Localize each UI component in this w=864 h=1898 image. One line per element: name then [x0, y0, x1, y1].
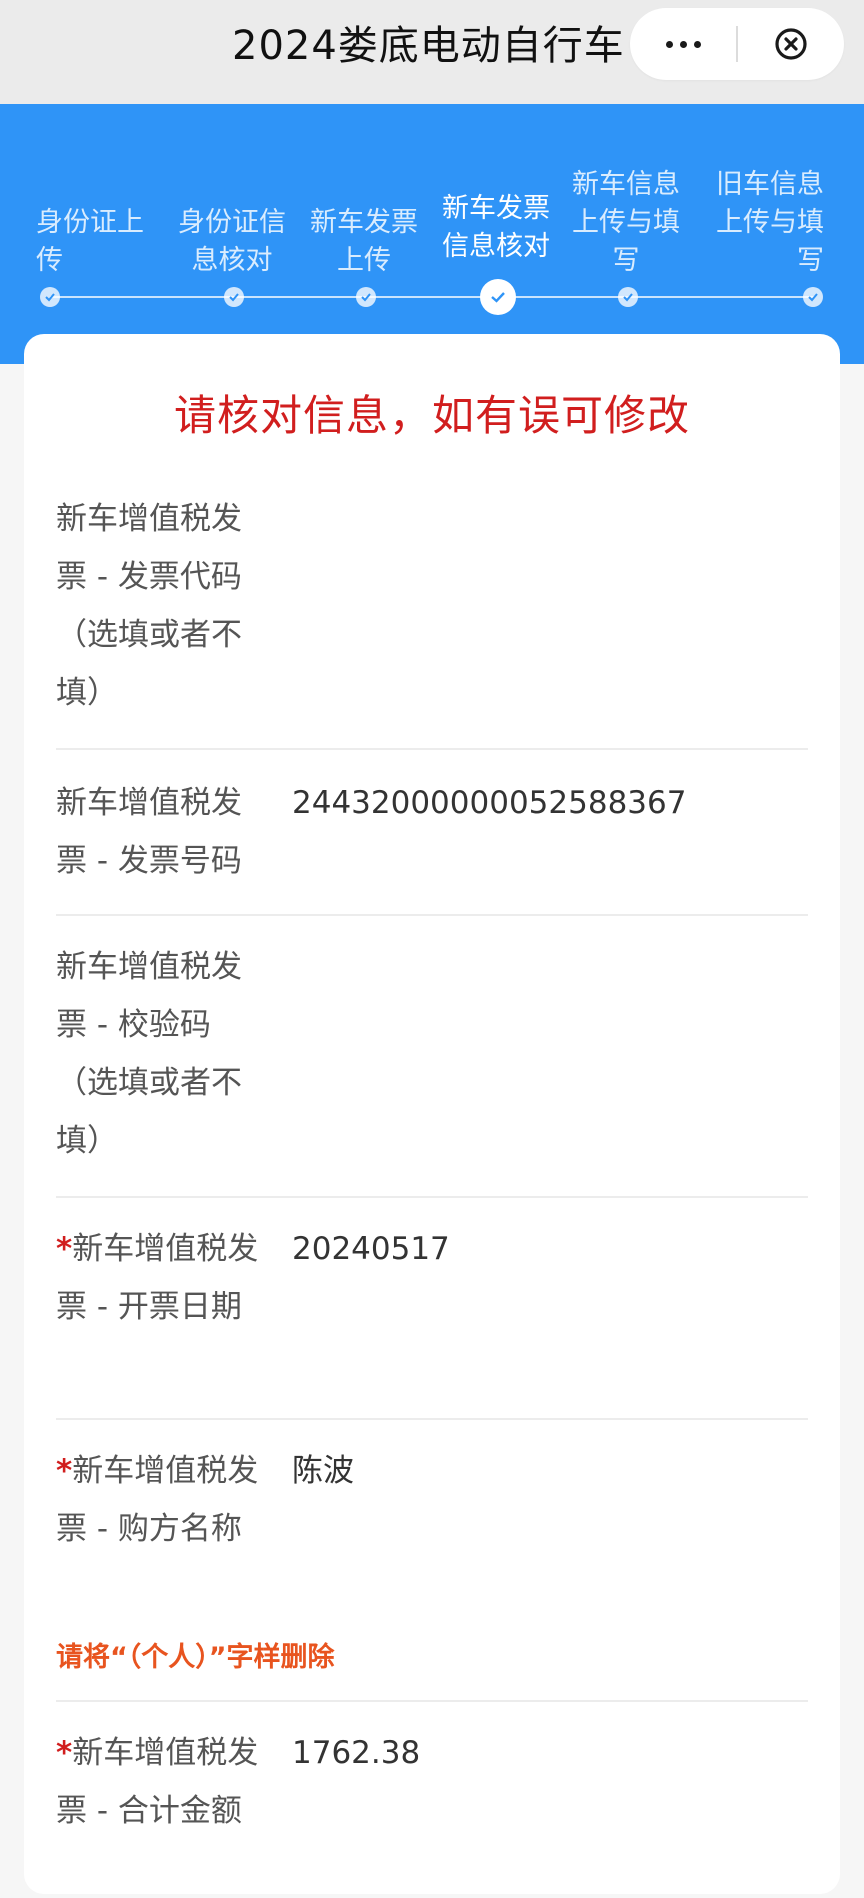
check-icon: [808, 293, 818, 302]
close-circle-icon: [775, 28, 807, 60]
divider: [56, 1700, 808, 1702]
field-buyer-name: *新车增值税发票 - 购方名称 陈波 请将“（个人）”字样删除: [56, 1442, 808, 1682]
step-label-invoice-upload: 新车发票上传: [310, 207, 418, 276]
buyer-name-input[interactable]: 陈波: [292, 1442, 808, 1500]
field-label: 新车增值税发票 - 校验码（选填或者不填）: [56, 949, 242, 1159]
mini-program-capsule: [630, 8, 844, 80]
field-label: *新车增值税发票 - 合计金额: [56, 1735, 259, 1829]
check-icon: [361, 293, 371, 302]
field-label: 新车增值税发票 - 发票号码: [56, 785, 242, 879]
field-check-code: 新车增值税发票 - 校验码（选填或者不填）: [56, 938, 808, 1170]
divider: [56, 1196, 808, 1198]
required-asterisk: *: [56, 1453, 73, 1489]
step-dot-2: [224, 287, 244, 307]
invoice-number-input[interactable]: 24432000000052588367: [292, 774, 808, 832]
step-label-invoice-verify: 新车发票信息核对: [442, 193, 550, 262]
more-dots-icon: [665, 40, 701, 48]
field-label: *新车增值税发票 - 开票日期: [56, 1231, 259, 1325]
required-asterisk: *: [56, 1735, 73, 1771]
verify-notice: 请核对信息，如有误可修改: [173, 391, 690, 440]
title-bar: 2024娄底电动自行车: [0, 0, 864, 104]
invoice-date-input[interactable]: 20240517: [292, 1220, 808, 1278]
step-dot-1: [40, 287, 60, 307]
field-invoice-number: 新车增值税发票 - 发票号码 24432000000052588367: [56, 774, 808, 890]
field-label: 新车增值税发票 - 发票代码（选填或者不填）: [56, 501, 242, 711]
check-icon: [491, 292, 505, 303]
form-card: 请核对信息，如有误可修改 新车增值税发票 - 发票代码（选填或者不填） 新车增值…: [24, 334, 840, 1894]
field-invoice-date: *新车增值税发票 - 开票日期 20240517: [56, 1220, 808, 1394]
field-label: *新车增值税发票 - 购方名称: [56, 1453, 259, 1547]
progress-track: [50, 296, 814, 298]
divider: [56, 748, 808, 750]
field-invoice-code: 新车增值税发票 - 发票代码（选填或者不填）: [56, 490, 808, 722]
field-total-amount: *新车增值税发票 - 合计金额 1762.38: [56, 1724, 808, 1898]
step-label-old-vehicle: 旧车信息上传与填写: [716, 169, 824, 276]
step-label-id-verify: 身份证信息核对: [178, 207, 286, 276]
check-icon: [623, 293, 633, 302]
divider: [56, 914, 808, 916]
check-icon: [45, 293, 55, 302]
invoice-code-input[interactable]: [292, 490, 808, 548]
required-asterisk: *: [56, 1231, 73, 1267]
step-dot-6: [803, 287, 823, 307]
page-title: 2024娄底电动自行车: [232, 23, 625, 69]
close-button[interactable]: [738, 8, 844, 80]
step-dot-4-current: [480, 279, 516, 315]
total-amount-input[interactable]: 1762.38: [292, 1724, 808, 1782]
buyer-name-hint: 请将“（个人）”字样删除: [56, 1642, 335, 1673]
step-label-new-vehicle: 新车信息上传与填写: [572, 169, 680, 276]
step-dot-3: [356, 287, 376, 307]
divider: [56, 1418, 808, 1420]
step-label-id-upload: 身份证上传: [36, 207, 144, 276]
check-code-input[interactable]: [292, 938, 808, 996]
check-icon: [229, 293, 239, 302]
more-button[interactable]: [630, 8, 736, 80]
step-dot-5: [618, 287, 638, 307]
progress-steps: 身份证上传 身份证信息核对 新车发票上传 新车发票信息核对 新车信息上传与填写 …: [0, 104, 864, 364]
